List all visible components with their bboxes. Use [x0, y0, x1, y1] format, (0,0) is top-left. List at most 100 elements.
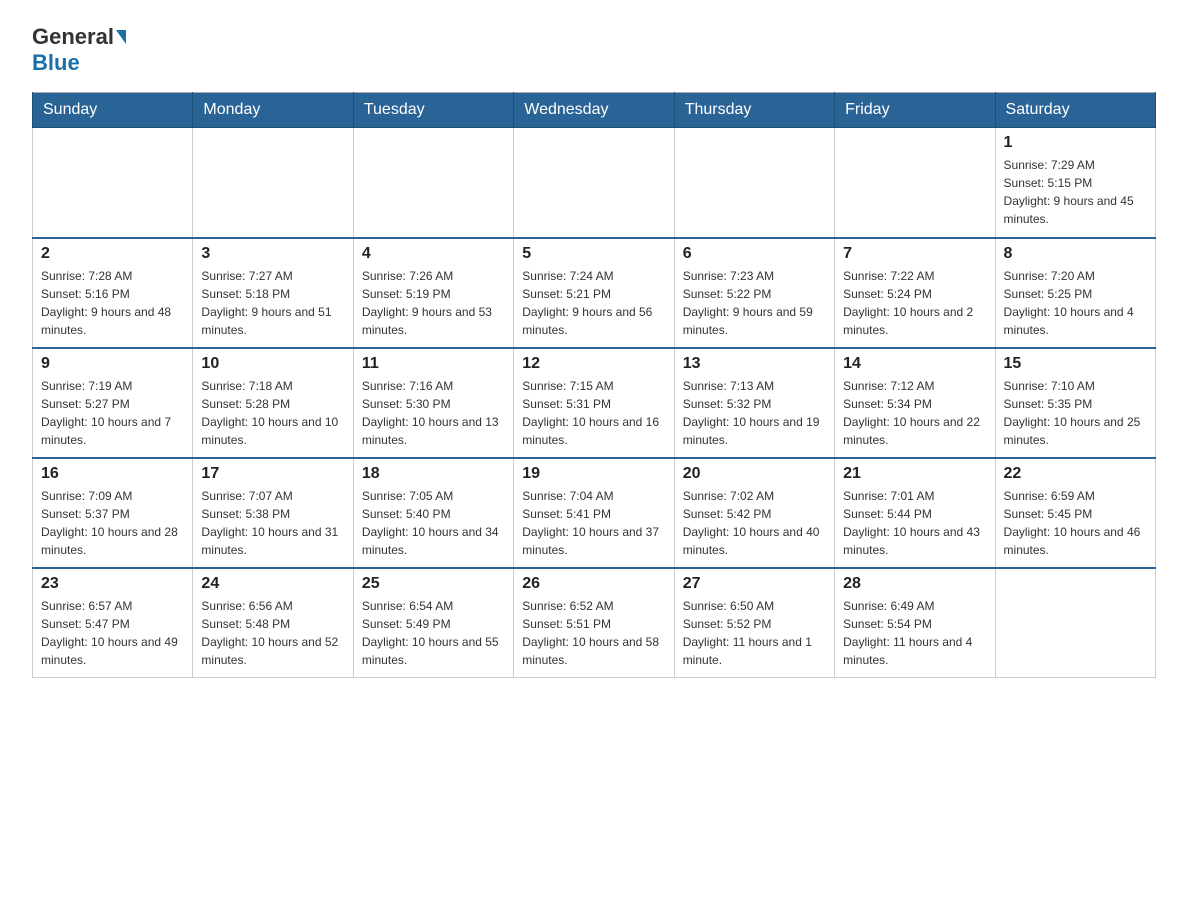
day-number: 26 — [522, 575, 665, 593]
calendar-week-row: 2 Sunrise: 7:28 AMSunset: 5:16 PMDaylight… — [33, 238, 1156, 348]
day-number: 11 — [362, 355, 505, 373]
calendar-cell: 26 Sunrise: 6:52 AMSunset: 5:51 PMDayligh… — [514, 568, 674, 678]
day-number: 6 — [683, 245, 826, 263]
day-info: Sunrise: 7:01 AMSunset: 5:44 PMDaylight:… — [843, 487, 986, 559]
calendar-cell: 12Sunrise: 7:15 AMSunset: 5:31 PMDayligh… — [514, 348, 674, 458]
day-info: Sunrise: 7:02 AMSunset: 5:42 PMDaylight:… — [683, 487, 826, 559]
calendar-cell: 7 Sunrise: 7:22 AMSunset: 5:24 PMDaylight… — [835, 238, 995, 348]
day-number: 1 — [1004, 134, 1147, 152]
day-number: 18 — [362, 465, 505, 483]
day-info: Sunrise: 7:23 AMSunset: 5:22 PMDaylight:… — [683, 267, 826, 339]
day-info: Sunrise: 7:24 AMSunset: 5:21 PMDaylight:… — [522, 267, 665, 339]
calendar-cell — [835, 128, 995, 238]
calendar-cell: 8Sunrise: 7:20 AMSunset: 5:25 PMDaylight… — [995, 238, 1155, 348]
calendar-cell — [193, 128, 353, 238]
day-info: Sunrise: 7:22 AMSunset: 5:24 PMDaylight:… — [843, 267, 986, 339]
calendar-week-row: 9 Sunrise: 7:19 AMSunset: 5:27 PMDaylight… — [33, 348, 1156, 458]
day-number: 16 — [41, 465, 184, 483]
day-number: 3 — [201, 245, 344, 263]
calendar-cell: 13 Sunrise: 7:13 AMSunset: 5:32 PMDayligh… — [674, 348, 834, 458]
day-number: 9 — [41, 355, 184, 373]
calendar-cell: 28 Sunrise: 6:49 AMSunset: 5:54 PMDayligh… — [835, 568, 995, 678]
day-info: Sunrise: 6:49 AMSunset: 5:54 PMDaylight:… — [843, 597, 986, 669]
day-info: Sunrise: 7:05 AMSunset: 5:40 PMDaylight:… — [362, 487, 505, 559]
day-number: 20 — [683, 465, 826, 483]
logo-arrow-icon — [116, 30, 126, 44]
weekday-header-wednesday: Wednesday — [514, 93, 674, 128]
calendar-cell: 23 Sunrise: 6:57 AMSunset: 5:47 PMDayligh… — [33, 568, 193, 678]
day-info: Sunrise: 7:26 AMSunset: 5:19 PMDaylight:… — [362, 267, 505, 339]
page-header: General Blue — [32, 24, 1156, 76]
day-number: 22 — [1004, 465, 1147, 483]
day-info: Sunrise: 7:27 AMSunset: 5:18 PMDaylight:… — [201, 267, 344, 339]
calendar-cell — [995, 568, 1155, 678]
day-info: Sunrise: 7:19 AMSunset: 5:27 PMDaylight:… — [41, 377, 184, 449]
day-number: 8 — [1004, 245, 1147, 263]
day-number: 15 — [1004, 355, 1147, 373]
calendar-cell: 15 Sunrise: 7:10 AMSunset: 5:35 PMDayligh… — [995, 348, 1155, 458]
calendar-cell — [33, 128, 193, 238]
day-info: Sunrise: 6:50 AMSunset: 5:52 PMDaylight:… — [683, 597, 826, 669]
day-number: 24 — [201, 575, 344, 593]
calendar-cell: 20 Sunrise: 7:02 AMSunset: 5:42 PMDayligh… — [674, 458, 834, 568]
day-info: Sunrise: 7:18 AMSunset: 5:28 PMDaylight:… — [201, 377, 344, 449]
calendar-cell: 19 Sunrise: 7:04 AMSunset: 5:41 PMDayligh… — [514, 458, 674, 568]
day-info: Sunrise: 7:13 AMSunset: 5:32 PMDaylight:… — [683, 377, 826, 449]
calendar-cell: 2 Sunrise: 7:28 AMSunset: 5:16 PMDaylight… — [33, 238, 193, 348]
day-info: Sunrise: 7:10 AMSunset: 5:35 PMDaylight:… — [1004, 377, 1147, 449]
weekday-header-sunday: Sunday — [33, 93, 193, 128]
day-number: 25 — [362, 575, 505, 593]
weekday-header-row: SundayMondayTuesdayWednesdayThursdayFrid… — [33, 93, 1156, 128]
calendar-cell — [674, 128, 834, 238]
weekday-header-tuesday: Tuesday — [353, 93, 513, 128]
calendar-cell: 5 Sunrise: 7:24 AMSunset: 5:21 PMDaylight… — [514, 238, 674, 348]
calendar-week-row: 16 Sunrise: 7:09 AMSunset: 5:37 PMDayligh… — [33, 458, 1156, 568]
day-info: Sunrise: 6:57 AMSunset: 5:47 PMDaylight:… — [41, 597, 184, 669]
day-number: 27 — [683, 575, 826, 593]
weekday-header-saturday: Saturday — [995, 93, 1155, 128]
day-info: Sunrise: 7:28 AMSunset: 5:16 PMDaylight:… — [41, 267, 184, 339]
calendar-cell: 1 Sunrise: 7:29 AMSunset: 5:15 PMDaylight… — [995, 128, 1155, 238]
calendar-cell: 6 Sunrise: 7:23 AMSunset: 5:22 PMDaylight… — [674, 238, 834, 348]
day-info: Sunrise: 7:04 AMSunset: 5:41 PMDaylight:… — [522, 487, 665, 559]
calendar-cell: 16 Sunrise: 7:09 AMSunset: 5:37 PMDayligh… — [33, 458, 193, 568]
calendar-cell: 11Sunrise: 7:16 AMSunset: 5:30 PMDayligh… — [353, 348, 513, 458]
calendar-cell: 14Sunrise: 7:12 AMSunset: 5:34 PMDayligh… — [835, 348, 995, 458]
calendar-cell: 9 Sunrise: 7:19 AMSunset: 5:27 PMDaylight… — [33, 348, 193, 458]
day-info: Sunrise: 6:52 AMSunset: 5:51 PMDaylight:… — [522, 597, 665, 669]
day-number: 23 — [41, 575, 184, 593]
calendar-cell: 4 Sunrise: 7:26 AMSunset: 5:19 PMDaylight… — [353, 238, 513, 348]
weekday-header-friday: Friday — [835, 93, 995, 128]
day-number: 13 — [683, 355, 826, 373]
day-number: 10 — [201, 355, 344, 373]
day-info: Sunrise: 7:07 AMSunset: 5:38 PMDaylight:… — [201, 487, 344, 559]
calendar-cell: 25 Sunrise: 6:54 AMSunset: 5:49 PMDayligh… — [353, 568, 513, 678]
day-number: 7 — [843, 245, 986, 263]
day-number: 14 — [843, 355, 986, 373]
day-info: Sunrise: 7:29 AMSunset: 5:15 PMDaylight:… — [1004, 156, 1147, 228]
logo: General Blue — [32, 24, 128, 76]
day-number: 2 — [41, 245, 184, 263]
calendar-cell: 24 Sunrise: 6:56 AMSunset: 5:48 PMDayligh… — [193, 568, 353, 678]
day-number: 17 — [201, 465, 344, 483]
calendar-cell: 3 Sunrise: 7:27 AMSunset: 5:18 PMDaylight… — [193, 238, 353, 348]
weekday-header-thursday: Thursday — [674, 93, 834, 128]
calendar-cell: 22 Sunrise: 6:59 AMSunset: 5:45 PMDayligh… — [995, 458, 1155, 568]
logo-blue-text: Blue — [32, 50, 80, 76]
calendar-cell: 27 Sunrise: 6:50 AMSunset: 5:52 PMDayligh… — [674, 568, 834, 678]
day-info: Sunrise: 6:59 AMSunset: 5:45 PMDaylight:… — [1004, 487, 1147, 559]
day-info: Sunrise: 7:09 AMSunset: 5:37 PMDaylight:… — [41, 487, 184, 559]
day-number: 5 — [522, 245, 665, 263]
calendar-cell — [514, 128, 674, 238]
day-number: 19 — [522, 465, 665, 483]
calendar-cell: 21 Sunrise: 7:01 AMSunset: 5:44 PMDayligh… — [835, 458, 995, 568]
day-info: Sunrise: 6:54 AMSunset: 5:49 PMDaylight:… — [362, 597, 505, 669]
calendar-week-row: 1 Sunrise: 7:29 AMSunset: 5:15 PMDaylight… — [33, 128, 1156, 238]
day-info: Sunrise: 6:56 AMSunset: 5:48 PMDaylight:… — [201, 597, 344, 669]
day-number: 12 — [522, 355, 665, 373]
day-number: 4 — [362, 245, 505, 263]
calendar-cell: 17 Sunrise: 7:07 AMSunset: 5:38 PMDayligh… — [193, 458, 353, 568]
day-number: 28 — [843, 575, 986, 593]
day-number: 21 — [843, 465, 986, 483]
calendar-cell: 18 Sunrise: 7:05 AMSunset: 5:40 PMDayligh… — [353, 458, 513, 568]
